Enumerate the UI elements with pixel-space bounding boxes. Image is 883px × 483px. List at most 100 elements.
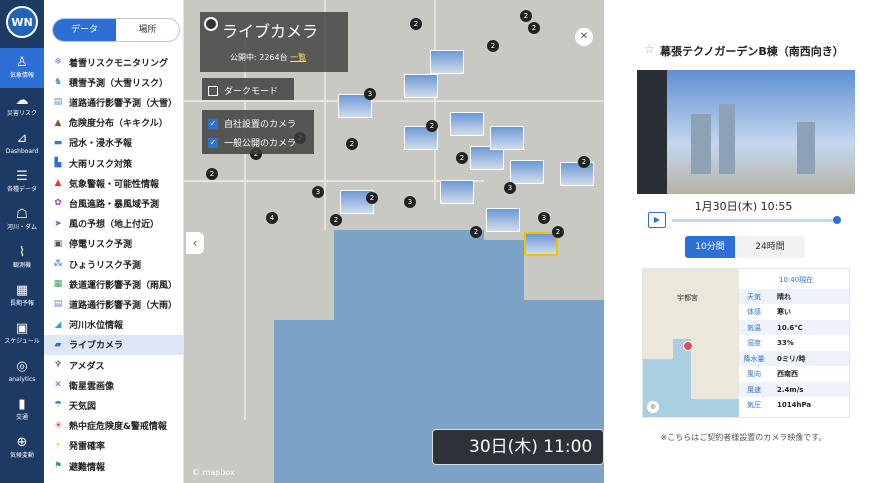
building-shape — [797, 122, 815, 174]
rail-item-3[interactable]: ☰ 各種データ — [0, 162, 44, 202]
camera-thumbnail[interactable] — [430, 50, 464, 74]
weather-value: 晴れ — [777, 292, 791, 301]
star-icon[interactable]: ☆ — [644, 42, 655, 56]
menu-item-icon: ▣ — [53, 238, 63, 249]
cluster-count[interactable]: 2 — [578, 156, 590, 168]
dark-mode-toggle[interactable]: ダークモード — [208, 84, 278, 97]
slider-knob[interactable] — [833, 216, 841, 224]
rail-item-10[interactable]: ⊕ 気候変動 — [0, 428, 44, 468]
cluster-count[interactable]: 2 — [330, 214, 342, 226]
rail-item-2[interactable]: ⊿ Dashboard — [0, 124, 44, 164]
menu-item[interactable]: ✿ 台風進路・暴風域予測 — [44, 193, 184, 213]
menu-item-icon: ⚡ — [54, 440, 62, 451]
menu-item[interactable]: ▰ ライブカメラ — [44, 334, 184, 355]
weather-key: 湿度 — [747, 339, 761, 347]
cluster-count[interactable]: 3 — [312, 186, 324, 198]
menu-item[interactable]: ⚑ 避難情報 — [44, 456, 184, 476]
camera-note: ※こちらはご契約者様設置のカメラ映像です。 — [660, 433, 827, 442]
camera-thumbnail[interactable] — [450, 112, 484, 136]
menu-item[interactable]: ▦ 鉄道運行影響予測（雨風） — [44, 274, 184, 294]
menu-item[interactable]: ☀ 熱中症危険度&警戒情報 — [44, 416, 184, 436]
rail-item-6[interactable]: ▦ 長期予報 — [0, 276, 44, 316]
menu-item[interactable]: ▙ 大雨リスク対策 — [44, 153, 184, 173]
menu-item[interactable]: ❄ 着雪リスクモニタリング — [44, 52, 184, 72]
menu-item[interactable]: ➤ 風の予想（地上付近） — [44, 214, 184, 234]
cluster-count[interactable]: 3 — [364, 88, 376, 100]
cluster-count[interactable]: 2 — [366, 192, 378, 204]
public-camera-checkbox[interactable]: ✓ — [208, 137, 218, 148]
mapbox-attribution: © mapbox — [192, 468, 235, 477]
range-10min[interactable]: 10分間 — [685, 236, 735, 258]
cluster-count[interactable]: 2 — [410, 18, 422, 30]
public-count: 公開中: 2264台 一覧 — [230, 53, 307, 62]
tab-data[interactable]: データ — [53, 19, 116, 41]
cluster-count[interactable]: 2 — [487, 40, 499, 52]
camera-thumbnail[interactable] — [404, 74, 438, 98]
menu-item-icon: ☂ — [53, 400, 63, 411]
menu-item[interactable]: ▣ 停電リスク予測 — [44, 234, 184, 254]
location-mini-map[interactable]: 宇都宮 ◎ — [643, 269, 739, 417]
menu-item[interactable]: ♞ 積雪予測（大雪リスク） — [44, 72, 184, 92]
rail-item-7[interactable]: ▣ スケジュール — [0, 314, 44, 354]
menu-item-label: 停電リスク予測 — [69, 240, 133, 251]
menu-item[interactable]: ⁂ ひょうリスク予測 — [44, 254, 184, 274]
menu-item-label: 発雷確率 — [69, 442, 106, 453]
camera-thumbnail[interactable] — [440, 180, 474, 204]
menu-item-label: ライブカメラ — [69, 341, 124, 352]
menu-item[interactable]: ▬ 冠水・浸水予報 — [44, 133, 184, 153]
list-link[interactable]: 一覧 — [290, 53, 306, 62]
cluster-count[interactable]: 2 — [520, 10, 532, 22]
menu-item-icon: ✕ — [54, 380, 62, 391]
chart-icon: ⊿ — [16, 131, 28, 146]
menu-item[interactable]: ✕ 衛星雲画像 — [44, 375, 184, 395]
close-icon[interactable]: ✕ — [575, 28, 593, 46]
cluster-count[interactable]: 3 — [504, 182, 516, 194]
play-button[interactable]: ▶ — [648, 212, 666, 228]
tab-place[interactable]: 場所 — [116, 19, 179, 41]
cluster-count[interactable]: 3 — [538, 212, 550, 224]
compass-icon[interactable]: ◎ — [647, 401, 659, 413]
camera-thumbnail[interactable] — [560, 162, 594, 186]
rail-item-8[interactable]: ◎ analytics — [0, 352, 44, 392]
mini-land — [643, 339, 673, 359]
cluster-count[interactable]: 2 — [346, 138, 358, 150]
cluster-count[interactable]: 2 — [552, 226, 564, 238]
menu-item[interactable]: ▲ 危険度分布（キキクル） — [44, 113, 184, 133]
camera-thumbnail[interactable] — [486, 208, 520, 232]
public-camera-toggle[interactable]: ✓ 一般公開のカメラ — [208, 136, 296, 149]
cluster-count[interactable]: 4 — [266, 212, 278, 224]
menu-item[interactable]: ☂ 天気図 — [44, 395, 184, 415]
rail-item-9[interactable]: ▮ 交通 — [0, 390, 44, 430]
dark-mode-checkbox[interactable] — [208, 85, 218, 96]
own-camera-label: 自社設置のカメラ — [224, 120, 297, 130]
cluster-count[interactable]: 2 — [528, 22, 540, 34]
range-24h[interactable]: 24時間 — [735, 236, 805, 258]
camera-image[interactable] — [637, 70, 855, 194]
map-road — [184, 100, 604, 102]
menu-item[interactable]: ▤ 道路通行影響予測（大雪） — [44, 92, 184, 112]
collapse-menu-button[interactable]: ‹ — [186, 232, 204, 254]
menu-item[interactable]: ⚡ 発雷確率 — [44, 436, 184, 456]
timeline-slider[interactable] — [672, 216, 841, 224]
camera-thumbnail[interactable] — [510, 160, 544, 184]
cluster-count[interactable]: 2 — [206, 168, 218, 180]
rail-item-label: 交通 — [15, 414, 28, 421]
menu-item[interactable]: ◢ 河川水位情報 — [44, 315, 184, 335]
menu-item-label: ひょうリスク予測 — [69, 260, 142, 271]
rail-item-4[interactable]: ☖ 河川・ダム — [0, 200, 44, 240]
rail-item-0[interactable]: ♙ 気象情報 — [0, 48, 44, 88]
rail-item-5[interactable]: ⌇ 観測機 — [0, 238, 44, 278]
menu-item[interactable]: ▤ 道路通行影響予測（大雨） — [44, 294, 184, 314]
camera-thumbnail[interactable] — [490, 126, 524, 150]
menu-item[interactable]: ♆ アメダス — [44, 355, 184, 375]
rail-item-1[interactable]: ☁ 災害リスク — [0, 86, 44, 126]
own-camera-checkbox[interactable]: ✓ — [208, 118, 218, 129]
cluster-count[interactable]: 2 — [426, 120, 438, 132]
own-camera-toggle[interactable]: ✓ 自社設置のカメラ — [208, 117, 296, 130]
menu-item-icon: ▲ — [54, 117, 62, 128]
weather-time: 10:40現在 — [779, 276, 814, 284]
cluster-count[interactable]: 2 — [470, 226, 482, 238]
cluster-count[interactable]: 3 — [404, 196, 416, 208]
menu-item[interactable]: ▲ 気象警報・可能性情報 — [44, 173, 184, 193]
cluster-count[interactable]: 2 — [456, 152, 468, 164]
